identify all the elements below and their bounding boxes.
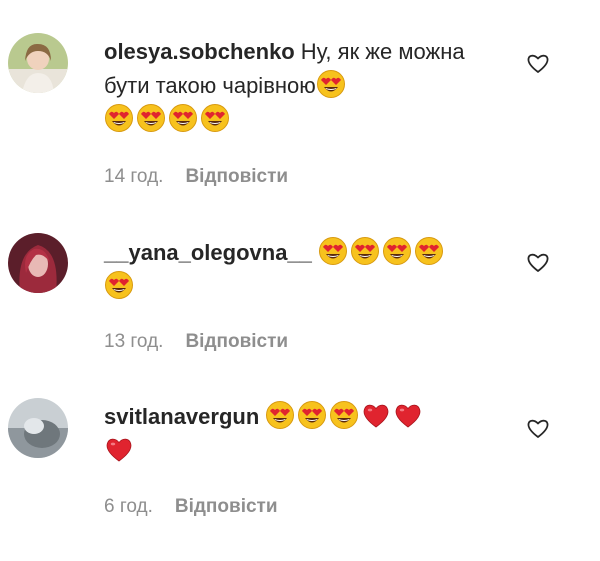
heart-eyes-emoji-icon — [265, 400, 295, 430]
heart-eyes-emoji-icon — [316, 69, 346, 99]
like-heart-icon[interactable] — [526, 416, 550, 440]
comment-body: svitlanavergun — [104, 400, 504, 468]
comment-meta: 6 год. Відповісти — [104, 496, 278, 518]
comment-time[interactable]: 13 год. — [104, 331, 163, 352]
heart-eyes-emoji-icon — [104, 270, 134, 300]
red-heart-emoji-icon — [361, 400, 391, 430]
avatar-photo-blonde-icon — [8, 33, 68, 93]
like-heart-icon[interactable] — [526, 51, 550, 75]
heart-eyes-emoji-icon — [350, 236, 380, 266]
heart-eyes-emoji-icon — [414, 236, 444, 266]
username[interactable]: olesya.sobchenko — [104, 39, 295, 64]
like-heart-icon[interactable] — [526, 250, 550, 274]
comment-body: __yana_olegovna__ — [104, 236, 504, 304]
comment-time[interactable]: 6 год. — [104, 496, 153, 517]
username[interactable]: __yana_olegovna__ — [104, 240, 312, 265]
avatar[interactable] — [8, 398, 68, 458]
heart-eyes-emoji-icon — [382, 236, 412, 266]
avatar-photo-redhair-icon — [8, 233, 68, 293]
reply-button[interactable]: Відповісти — [175, 496, 278, 517]
comment-body: olesya.sobchenko Ну, як же можна бути так… — [104, 35, 504, 137]
heart-eyes-emoji-icon — [297, 400, 327, 430]
username[interactable]: svitlanavergun — [104, 404, 259, 429]
comment-meta: 13 год. Відповісти — [104, 331, 288, 353]
red-heart-emoji-icon — [104, 434, 134, 464]
heart-eyes-emoji-icon — [318, 236, 348, 266]
heart-eyes-emoji-icon — [136, 103, 166, 133]
reply-button[interactable]: Відповісти — [185, 166, 288, 187]
heart-eyes-emoji-icon — [200, 103, 230, 133]
avatar[interactable] — [8, 33, 68, 93]
avatar[interactable] — [8, 233, 68, 293]
heart-eyes-emoji-icon — [104, 103, 134, 133]
reply-button[interactable]: Відповісти — [185, 331, 288, 352]
red-heart-emoji-icon — [393, 400, 423, 430]
comment-time[interactable]: 14 год. — [104, 166, 163, 187]
comment-meta: 14 год. Відповісти — [104, 166, 288, 188]
heart-eyes-emoji-icon — [168, 103, 198, 133]
heart-eyes-emoji-icon — [329, 400, 359, 430]
avatar-photo-grey-icon — [8, 398, 68, 458]
